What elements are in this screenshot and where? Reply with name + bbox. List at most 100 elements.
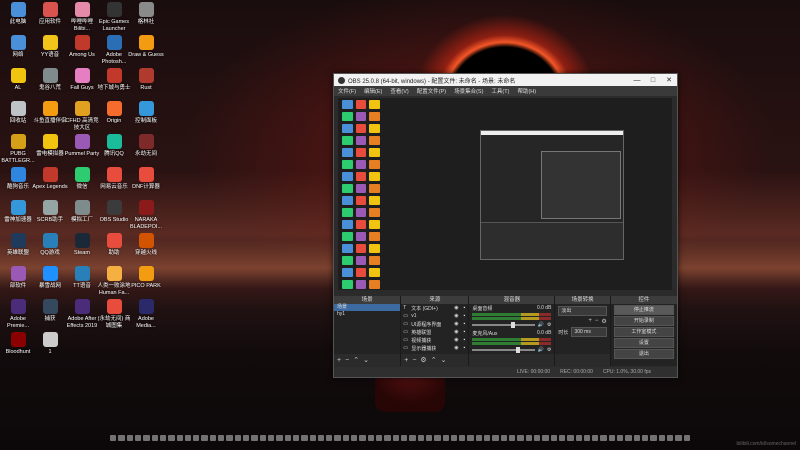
down-icon[interactable]: ⌄ xyxy=(363,356,369,364)
desktop-icon[interactable]: Fall Guys xyxy=(64,68,100,92)
maximize-button[interactable]: □ xyxy=(645,77,661,84)
minimize-button[interactable]: — xyxy=(629,77,645,84)
remove-icon[interactable]: − xyxy=(345,357,349,364)
menu-file[interactable]: 文件(F) xyxy=(338,87,356,95)
source-item[interactable]: ▭ 英雄联盟 ◉ ▪ xyxy=(401,328,468,336)
eye-icon[interactable]: ◉ xyxy=(452,337,460,343)
remove-icon[interactable]: − xyxy=(412,357,416,364)
scene-item[interactable]: hy1 xyxy=(334,311,400,318)
desktop-icon[interactable]: Rust xyxy=(128,68,164,92)
desktop-icon[interactable]: 英雄联盟 xyxy=(0,233,36,257)
desktop-icon[interactable]: AL xyxy=(0,68,36,92)
desktop-icon[interactable]: 哔哩哔哩 Bilibi... xyxy=(64,2,100,32)
speaker-muted-icon[interactable]: 🔊 xyxy=(538,347,544,353)
duration-input[interactable]: 300 ms xyxy=(571,327,607,337)
source-item[interactable]: T 文本 (GDI+) ◉ ▪ xyxy=(401,304,468,312)
desktop-icon[interactable]: 1 xyxy=(32,332,68,356)
desktop-icon[interactable]: 斗鱼直播伴侣 xyxy=(32,101,68,125)
eye-icon[interactable]: ◉ xyxy=(452,313,460,319)
desktop-icon[interactable]: Bloodhunt xyxy=(0,332,36,356)
desktop-icon[interactable]: 控制面板 xyxy=(128,101,164,125)
fader-knob[interactable] xyxy=(516,346,521,353)
desktop-icon[interactable]: Epic Games Launcher xyxy=(96,2,132,32)
desktop-icon[interactable]: PUBG BATTLEGR... xyxy=(0,134,36,164)
eye-icon[interactable]: ◉ xyxy=(452,329,460,335)
remove-icon[interactable]: − xyxy=(595,318,599,325)
desktop-icon[interactable]: Draw & Guess xyxy=(128,35,164,59)
desktop-icon[interactable]: 微信 xyxy=(64,167,100,191)
desktop-icon[interactable]: 雷神加速器 xyxy=(0,200,36,224)
desktop-icon[interactable]: Adobe Media... xyxy=(128,299,164,329)
desktop-icon[interactable]: SCRB助手 xyxy=(32,200,68,224)
eye-icon[interactable]: ◉ xyxy=(452,345,460,351)
source-item[interactable]: ▭ 视频捕获 ◉ ▪ xyxy=(401,336,468,344)
desktop-icon[interactable]: 助助 xyxy=(96,233,132,257)
gear-icon[interactable]: ⚙ xyxy=(547,347,551,353)
desktop-icon[interactable]: 地下城与勇士 xyxy=(96,68,132,92)
menu-scene-collection[interactable]: 场景集合(S) xyxy=(454,87,483,95)
studio-mode-button[interactable]: 工作室模式 xyxy=(613,327,674,337)
transition-select[interactable]: 淡出 xyxy=(558,306,607,316)
lock-icon[interactable]: ▪ xyxy=(460,305,468,311)
desktop-icon[interactable]: 应用软件 xyxy=(32,2,68,26)
obs-titlebar[interactable]: OBS 25.0.8 (64-bit, windows) - 配置文件: 未命名… xyxy=(334,74,677,86)
desktop-icon[interactable]: Adobe Photosh... xyxy=(96,35,132,65)
lock-icon[interactable]: ▪ xyxy=(460,313,468,319)
start-recording-button[interactable]: 开始录制 xyxy=(613,316,674,326)
source-item[interactable]: ▭ 显示器捕获 ◉ ▪ xyxy=(401,344,468,352)
desktop-icon[interactable]: OBS Studio xyxy=(96,200,132,224)
eye-icon[interactable]: ◉ xyxy=(452,305,460,311)
desktop-icon[interactable]: Among Us xyxy=(64,35,100,59)
gear-icon[interactable]: ⚙ xyxy=(601,318,606,325)
lock-icon[interactable]: ▪ xyxy=(460,345,468,351)
desktop-icon[interactable]: 模拟工厂 xyxy=(64,200,100,224)
desktop-icon[interactable]: 雷电模拟器 xyxy=(32,134,68,158)
desktop-icon[interactable]: 部软件 xyxy=(0,266,36,290)
source-item[interactable]: ▭ v1 ◉ ▪ xyxy=(401,312,468,320)
desktop-icon[interactable]: 腾讯QQ xyxy=(96,134,132,158)
source-item[interactable]: ▭ UI源程序界面 ◉ ▪ xyxy=(401,320,468,328)
close-button[interactable]: ✕ xyxy=(661,76,677,84)
stop-streaming-button[interactable]: 停止推流 xyxy=(613,305,674,315)
settings-button[interactable]: 设置 xyxy=(613,338,674,348)
desktop-icon[interactable]: 酷狗音乐 xyxy=(0,167,36,191)
up-icon[interactable]: ⌃ xyxy=(353,356,359,364)
scene-item[interactable]: 场景 xyxy=(334,304,401,311)
speaker-icon[interactable]: 🔊 xyxy=(538,322,544,328)
lock-icon[interactable]: ▪ xyxy=(460,337,468,343)
exit-button[interactable]: 退出 xyxy=(613,349,674,359)
lock-icon[interactable]: ▪ xyxy=(460,329,468,335)
desktop-icon[interactable]: 网易云音乐 xyxy=(96,167,132,191)
desktop-icon[interactable]: 网络 xyxy=(0,35,36,59)
desktop-icon[interactable]: 人类一败涂地 Human Fa... xyxy=(96,266,132,296)
lock-icon[interactable]: ▪ xyxy=(460,321,468,327)
desktop-icon[interactable]: 回收站 xyxy=(0,101,36,125)
desktop-icon[interactable]: 暴雪战网 xyxy=(32,266,68,290)
menu-view[interactable]: 查看(V) xyxy=(390,87,408,95)
desktop-icon[interactable]: 鬼谷八荒 xyxy=(32,68,68,92)
desktop-icon[interactable]: TT语音 xyxy=(64,266,100,290)
desktop-icon[interactable]: 穿越火线 xyxy=(128,233,164,257)
desktop-icon[interactable]: 捕获 xyxy=(32,299,68,323)
desktop-icon[interactable]: Adobe Premie... xyxy=(0,299,36,329)
menu-tools[interactable]: 工具(T) xyxy=(491,87,509,95)
menu-edit[interactable]: 编辑(E) xyxy=(364,87,382,95)
volume-fader[interactable]: 🔊 ⚙ xyxy=(472,346,551,353)
desktop-icon[interactable]: Origin xyxy=(96,101,132,125)
desktop-icon[interactable]: Adobe After Effects 2019 xyxy=(64,299,100,329)
add-icon[interactable]: + xyxy=(337,357,341,364)
desktop-icon[interactable]: DNF计算器 xyxy=(128,167,164,191)
add-icon[interactable]: + xyxy=(588,318,592,325)
desktop-icon[interactable]: 永劫无间 xyxy=(128,134,164,158)
desktop-icon[interactable]: QQ游戏 xyxy=(32,233,68,257)
add-icon[interactable]: + xyxy=(404,357,408,364)
down-icon[interactable]: ⌄ xyxy=(441,356,447,364)
eye-icon[interactable]: ◉ xyxy=(452,321,460,327)
desktop-icon[interactable]: PICO PARK xyxy=(128,266,164,290)
gear-icon[interactable]: ⚙ xyxy=(420,356,426,364)
desktop-icon[interactable]: CFHD 高清竞技大区 xyxy=(64,101,100,131)
desktop-icon[interactable]: 此电脑 xyxy=(0,2,36,26)
menu-help[interactable]: 帮助(H) xyxy=(517,87,536,95)
gear-icon[interactable]: ⚙ xyxy=(547,322,551,328)
desktop-icon[interactable]: Apex Legends xyxy=(32,167,68,191)
